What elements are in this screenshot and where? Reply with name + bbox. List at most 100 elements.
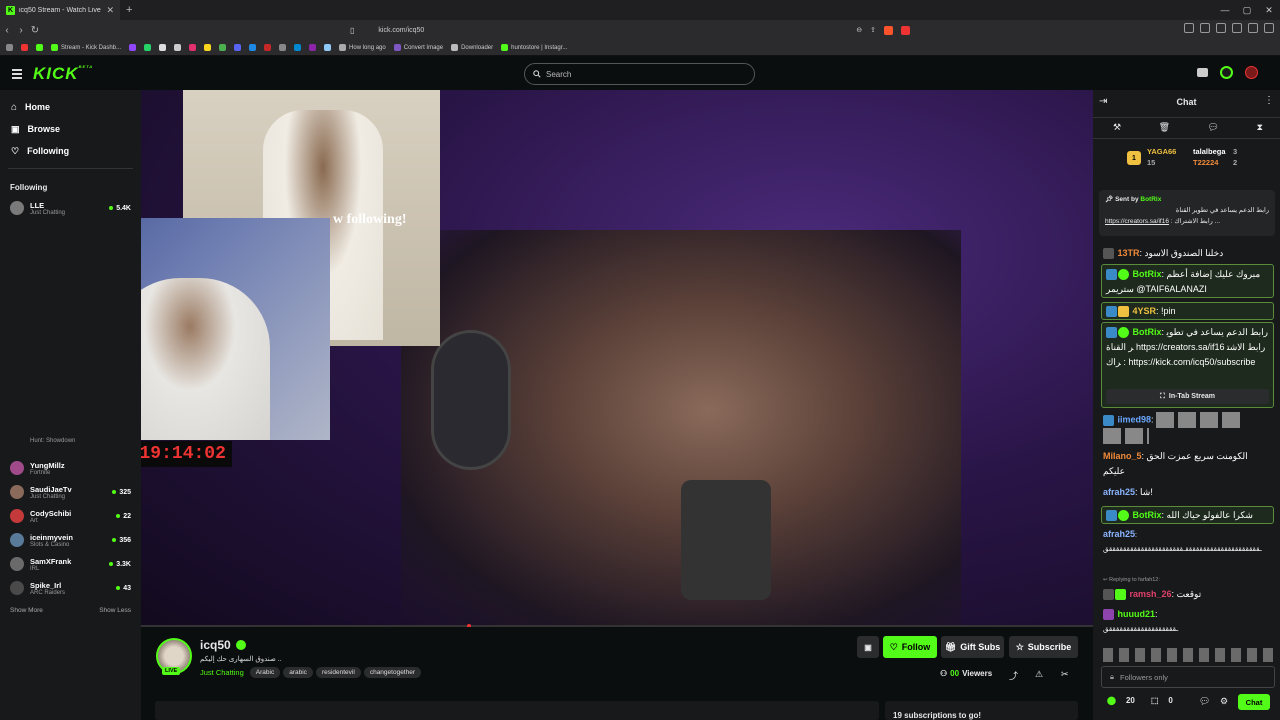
store-icon[interactable] — [1197, 68, 1208, 77]
gift-subs-button[interactable]: 🎁︎ Gift Subs — [941, 636, 1004, 658]
about-panel — [155, 701, 879, 720]
extensions-icon[interactable] — [1184, 23, 1194, 33]
tiktok-bookmark-icon[interactable] — [174, 44, 182, 51]
avatar — [10, 201, 24, 215]
brave-shield-icon[interactable] — [884, 25, 893, 35]
sidebar-channel[interactable]: LLE Just Chatting 5.4K — [0, 196, 141, 220]
downloads-icon[interactable] — [1248, 23, 1258, 33]
nav-following[interactable]: ♡ Following — [0, 140, 141, 162]
bookmark-icon-a[interactable] — [219, 44, 227, 51]
notifications-icon[interactable] — [1220, 66, 1233, 79]
viewer-count: 43 — [116, 585, 131, 592]
user-avatar[interactable] — [1245, 66, 1258, 79]
search-box[interactable] — [524, 63, 755, 85]
menu-icon[interactable] — [1264, 23, 1274, 33]
follow-button[interactable]: ♡ Follow — [883, 636, 937, 658]
rewards-icon[interactable] — [901, 25, 910, 35]
url-field[interactable]: ▯ kick.com/icq50 ⊖ ⇪ — [350, 22, 910, 38]
wallet-icon[interactable] — [1200, 23, 1210, 33]
snapchat-bookmark-icon[interactable] — [204, 44, 212, 51]
sidebar-channel[interactable]: SamXFrank IRL 3.3K — [0, 552, 141, 576]
report-icon[interactable]: ⚠ — [1035, 669, 1043, 680]
twitch-bookmark-icon[interactable] — [129, 44, 137, 51]
sidebar-channel[interactable]: iceinmyvein Slots & Casino 356 — [0, 528, 141, 552]
clip-icon[interactable]: ✂ — [1061, 669, 1069, 680]
show-more-button[interactable]: Show More — [10, 607, 43, 614]
sidebar-channel[interactable]: Hunt: Showdown — [0, 434, 141, 448]
close-window-icon[interactable]: ✕ — [1258, 0, 1280, 20]
nav-browse[interactable]: ▣ Browse — [0, 118, 141, 140]
chat-menu-icon[interactable]: ⋮ — [1264, 95, 1274, 106]
sidebar-toggle-icon[interactable] — [1232, 23, 1242, 33]
bubble-icon[interactable]: 💬︎ — [1208, 122, 1219, 133]
kick-bookmark-icon[interactable] — [36, 44, 43, 51]
header-actions — [1197, 66, 1258, 79]
apps-icon[interactable] — [6, 44, 13, 51]
subscribe-button[interactable]: ☆ Subscribe — [1009, 636, 1078, 658]
kick-logo[interactable]: KICKBETA — [33, 64, 93, 84]
whatsapp-bookmark-icon[interactable] — [144, 44, 152, 51]
browser-tab[interactable]: K icq50 Stream - Watch Live on Ki ✕ — [0, 0, 120, 20]
emote-icon[interactable]: 💬︎ — [1199, 696, 1210, 707]
channel-points[interactable]: ⬤ 20 ⬚ 0 — [1107, 696, 1173, 705]
nav-home[interactable]: ⌂ Home — [0, 96, 141, 118]
bookmark-icon-b[interactable] — [249, 44, 257, 51]
bookmark-item[interactable]: Downloader — [451, 44, 493, 51]
emote-picker-row[interactable] — [1103, 648, 1273, 662]
theater-mode-button[interactable]: ▣ — [857, 636, 879, 658]
sidebar-channel[interactable]: SaudiJaeTv Just Chatting 325 — [0, 480, 141, 504]
tag[interactable]: residentevil — [315, 667, 361, 678]
bookmark-item[interactable]: Convert Image — [393, 44, 443, 51]
instagram-bookmark-icon[interactable] — [189, 44, 197, 51]
pin-icon[interactable]: ⚒ — [1113, 122, 1121, 133]
search-input[interactable] — [546, 69, 736, 79]
maximize-icon[interactable]: ▢ — [1236, 0, 1258, 20]
emote-row — [1103, 428, 1149, 444]
github-bookmark-icon[interactable] — [279, 44, 287, 51]
bookmark-item[interactable]: huntostore | Instagr... — [501, 44, 567, 51]
forward-icon[interactable]: › — [14, 25, 28, 36]
minimize-icon[interactable]: — — [1214, 0, 1236, 20]
send-chat-button[interactable]: Chat — [1238, 694, 1270, 710]
bookmark-icon[interactable]: ▯ — [350, 26, 354, 35]
x-bookmark-icon[interactable] — [159, 44, 167, 51]
sidebar-channel[interactable]: Spike_Irl ARC Raiders 43 — [0, 576, 141, 600]
media-icon[interactable] — [1216, 23, 1226, 33]
channel-category: Hunt: Showdown — [30, 438, 76, 444]
tag[interactable]: arabic — [283, 667, 313, 678]
channel-name: CodySchibi — [30, 508, 72, 518]
youtube-bookmark-icon[interactable] — [21, 44, 28, 51]
timer-icon[interactable]: ⧗ — [1257, 122, 1263, 133]
share-icon[interactable]: ⤴ — [1009, 669, 1018, 682]
bookmark-item[interactable]: How long ago — [339, 44, 386, 51]
tag[interactable]: changetogether — [363, 667, 422, 678]
reload-icon[interactable]: ↻ — [28, 25, 42, 36]
delete-icon[interactable]: 🗑︎ — [1159, 122, 1170, 133]
zoom-icon[interactable]: ⊖ — [856, 26, 862, 34]
tag[interactable]: Arabic — [249, 667, 281, 678]
bookmark-icon-d[interactable] — [294, 44, 302, 51]
bookmark-item[interactable]: Stream - Kick Dashb... — [51, 44, 121, 51]
back-icon[interactable]: ‹ — [0, 25, 14, 36]
viewer-count: 5.4K — [109, 205, 131, 212]
chat-input[interactable]: 🔒︎ Followers only — [1101, 666, 1275, 688]
microphone — [681, 480, 771, 600]
bookmark-icon-c[interactable] — [264, 44, 272, 51]
settings-icon[interactable]: ⚙ — [1220, 696, 1228, 707]
streamer-name[interactable]: icq50 — [200, 638, 231, 652]
category-link[interactable]: Just Chatting — [200, 668, 244, 677]
close-tab-icon[interactable]: ✕ — [106, 5, 114, 16]
sidebar-channel[interactable]: YungMillz Fortnite — [0, 456, 141, 480]
new-tab-icon[interactable]: + — [126, 4, 132, 16]
video-player[interactable]: w following! 00:19:14:02 — [141, 90, 1093, 627]
pin-icon: 📌︎ — [1105, 196, 1114, 203]
bookmark-icon-e[interactable] — [309, 44, 317, 51]
in-tab-stream-button[interactable]: ⛶ In-Tab Stream — [1106, 389, 1269, 404]
share-icon[interactable]: ⇪ — [870, 26, 876, 34]
hamburger-menu-icon[interactable] — [12, 69, 22, 81]
show-less-button[interactable]: Show Less — [99, 607, 131, 614]
discord-bookmark-icon[interactable] — [234, 44, 242, 51]
pinned-message[interactable]: 📌︎ Sent by BotRix رابط الدعم يساعد في تط… — [1099, 190, 1275, 236]
bookmark-icon-f[interactable] — [324, 44, 332, 51]
sidebar-channel[interactable]: CodySchibi Art 22 — [0, 504, 141, 528]
